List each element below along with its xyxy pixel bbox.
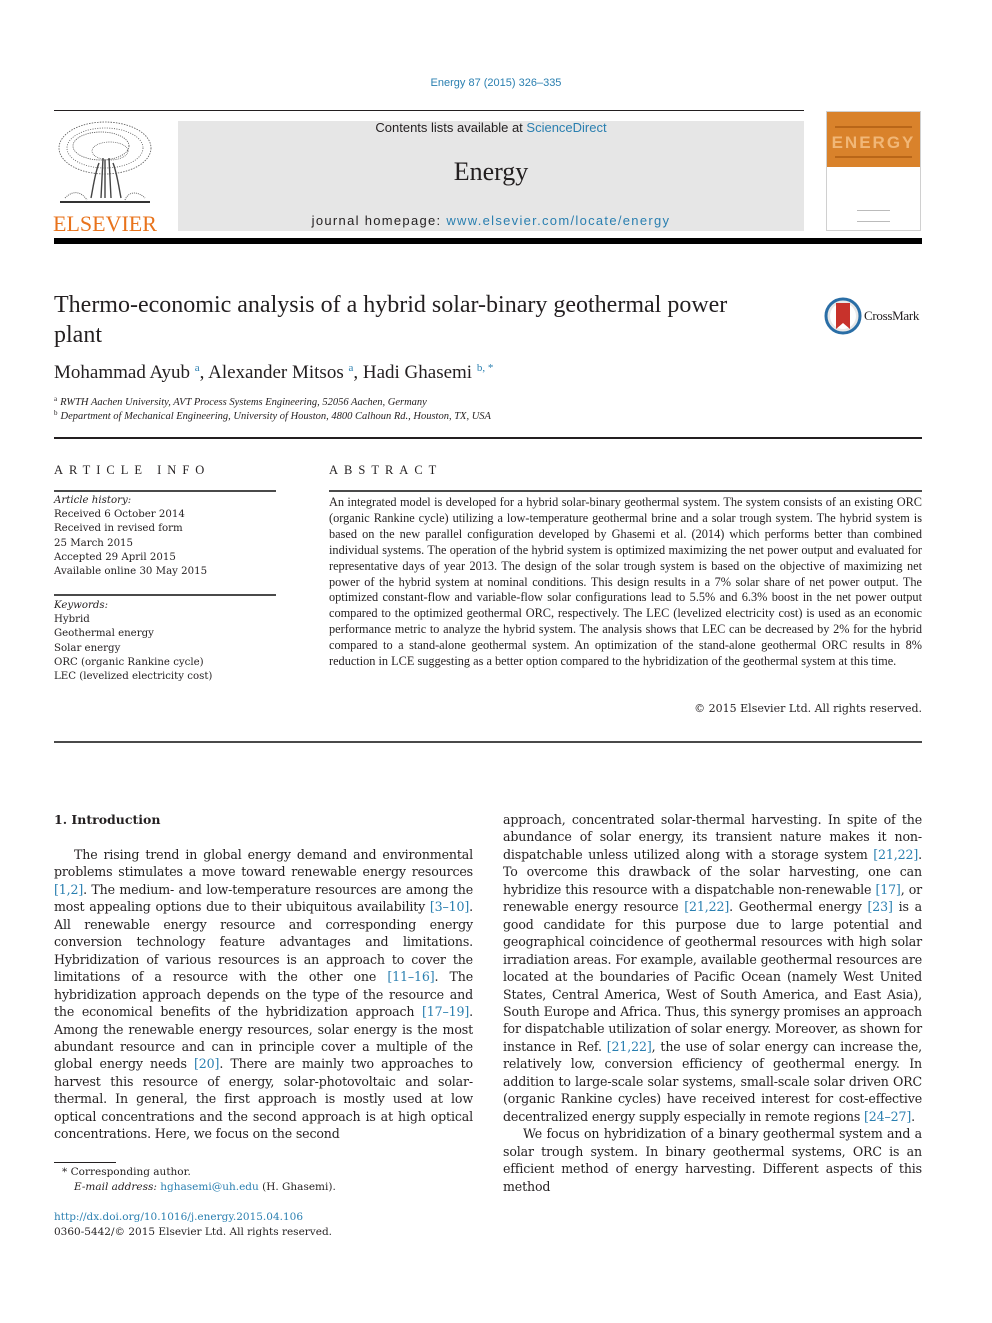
doi-line: http://dx.doi.org/10.1016/j.energy.2015.… [54, 1211, 303, 1223]
journal-name: Energy [453, 157, 529, 186]
history-item: Received 6 October 2014 [54, 509, 185, 521]
info-rule [54, 490, 276, 492]
history-heading: Article history: [54, 495, 132, 506]
affiliation-sup: b [54, 409, 58, 417]
history-item: 25 March 2015 [54, 537, 134, 549]
author-name[interactable]: Hadi Ghasemi [363, 362, 472, 383]
text-run: is a good candidate for this purpose due… [503, 899, 922, 1054]
abstract-text: An integrated model is developed for a h… [329, 495, 922, 669]
keywords: Keywords: Hybrid Geothermal energy Solar… [54, 599, 276, 684]
footnote-rule [54, 1162, 116, 1163]
doi-link[interactable]: http://dx.doi.org/10.1016/j.energy.2015.… [54, 1211, 303, 1223]
text-run: The rising trend in global energy demand… [54, 847, 473, 880]
homepage-link[interactable]: www.elsevier.com/locate/energy [446, 213, 670, 228]
author-name[interactable]: Alexander Mitsos [208, 362, 344, 383]
cover-line [835, 126, 912, 128]
issn-line: 0360-5442/© 2015 Elsevier Ltd. All right… [54, 1226, 333, 1238]
journal-citation-link[interactable]: Energy 87 (2015) 326–335 [0, 77, 992, 89]
elsevier-logo[interactable]: ELSEVIER [52, 118, 158, 236]
history-item: Received in revised form [54, 523, 183, 535]
affiliation-sup: a [54, 395, 58, 403]
author-separator: , [199, 362, 209, 383]
body-column-right: approach, concentrated solar-thermal har… [503, 811, 922, 1195]
keyword: Solar energy [54, 642, 121, 654]
citation-link[interactable]: [20] [194, 1056, 219, 1071]
email-note: E-mail address: hghasemi@uh.edu (H. Ghas… [74, 1181, 336, 1193]
paragraph: approach, concentrated solar-thermal har… [503, 811, 922, 1125]
abstract-heading: ABSTRACT [329, 463, 443, 477]
keyword: LEC (levelized electricity cost) [54, 671, 213, 683]
text-run: . The medium- and low-temperature resour… [54, 881, 473, 915]
citation-link[interactable]: [3–10] [430, 899, 469, 914]
article-history: Article history: Received 6 October 2014… [54, 494, 276, 579]
affiliation: b Department of Mechanical Engineering, U… [54, 409, 491, 422]
keyword: Geothermal energy [54, 628, 154, 640]
abstract-bottom-rule [54, 741, 922, 743]
cover-line [835, 156, 912, 158]
journal-homepage: journal homepage: www.elsevier.com/locat… [178, 213, 804, 228]
citation-link[interactable]: [24–27] [864, 1109, 911, 1124]
keyword: Hybrid [54, 614, 90, 626]
affiliation-text: RWTH Aachen University, AVT Process Syst… [60, 397, 427, 408]
article-info-heading: ARTICLE INFO [54, 463, 211, 477]
section-heading: 1. Introduction [54, 812, 161, 827]
abstract-rule [329, 490, 922, 492]
citation-link[interactable]: [1,2] [54, 882, 83, 897]
elsevier-wordmark: ELSEVIER [53, 211, 157, 236]
author-list: Mohammad Ayub a, Alexander Mitsos a, Had… [54, 362, 493, 384]
citation-link[interactable]: [23] [868, 899, 893, 914]
affiliation: a RWTH Aachen University, AVT Process Sys… [54, 395, 427, 408]
text-run: . [911, 1108, 915, 1124]
citation-link[interactable]: [17–19] [422, 1004, 469, 1019]
citation-link[interactable]: [11–16] [387, 969, 434, 984]
email-suffix: (H. Ghasemi). [258, 1181, 336, 1193]
journal-cover-thumbnail[interactable]: ENERGY [826, 111, 921, 231]
sciencedirect-link[interactable]: ScienceDirect [526, 120, 606, 135]
cover-title: ENERGY [831, 133, 916, 152]
crossmark-button[interactable]: CrossMark [824, 296, 924, 336]
citation-link[interactable]: [17] [875, 882, 900, 897]
citation-link[interactable]: [21,22] [607, 1039, 652, 1054]
info-rule [54, 594, 276, 596]
history-item: Available online 30 May 2015 [54, 566, 208, 578]
paragraph: We focus on hybridization of a binary ge… [503, 1125, 922, 1195]
keywords-heading: Keywords: [54, 600, 109, 611]
corresponding-author-note: * Corresponding author. [62, 1166, 191, 1178]
citation-link[interactable]: [21,22] [684, 899, 729, 914]
affiliation-text: Department of Mechanical Engineering, Un… [60, 411, 491, 422]
author-name[interactable]: Mohammad Ayub [54, 362, 190, 383]
keyword: ORC (organic Rankine cycle) [54, 656, 204, 668]
text-run: . Geothermal energy [729, 899, 868, 915]
abstract-copyright: © 2015 Elsevier Ltd. All rights reserved… [694, 702, 922, 715]
article-title: Thermo-economic analysis of a hybrid sol… [54, 292, 728, 348]
cover-footer [857, 210, 890, 222]
crossmark-icon [824, 297, 862, 335]
email-link[interactable]: hghasemi@uh.edu [160, 1181, 258, 1193]
text-run: approach, concentrated solar-thermal har… [503, 812, 922, 862]
text-run: We focus on hybridization of a binary ge… [503, 1126, 922, 1194]
contents-line: Contents lists available at ScienceDirec… [178, 120, 804, 135]
email-label: E-mail address: [74, 1181, 157, 1193]
citation-link[interactable]: [21,22] [873, 847, 918, 862]
history-item: Accepted 29 April 2015 [54, 551, 176, 563]
crossmark-label: CrossMark [864, 308, 920, 323]
body-column-left: The rising trend in global energy demand… [54, 846, 473, 1143]
homepage-prefix: journal homepage: [311, 213, 447, 228]
title-rule [54, 437, 922, 439]
author-separator: , [353, 362, 363, 383]
paragraph: The rising trend in global energy demand… [54, 846, 473, 1143]
header-rule [54, 110, 804, 111]
affiliation-marker[interactable]: b, * [477, 362, 494, 374]
elsevier-tree-icon [58, 121, 152, 203]
contents-prefix: Contents lists available at [375, 120, 527, 135]
header-thick-rule [54, 238, 922, 244]
